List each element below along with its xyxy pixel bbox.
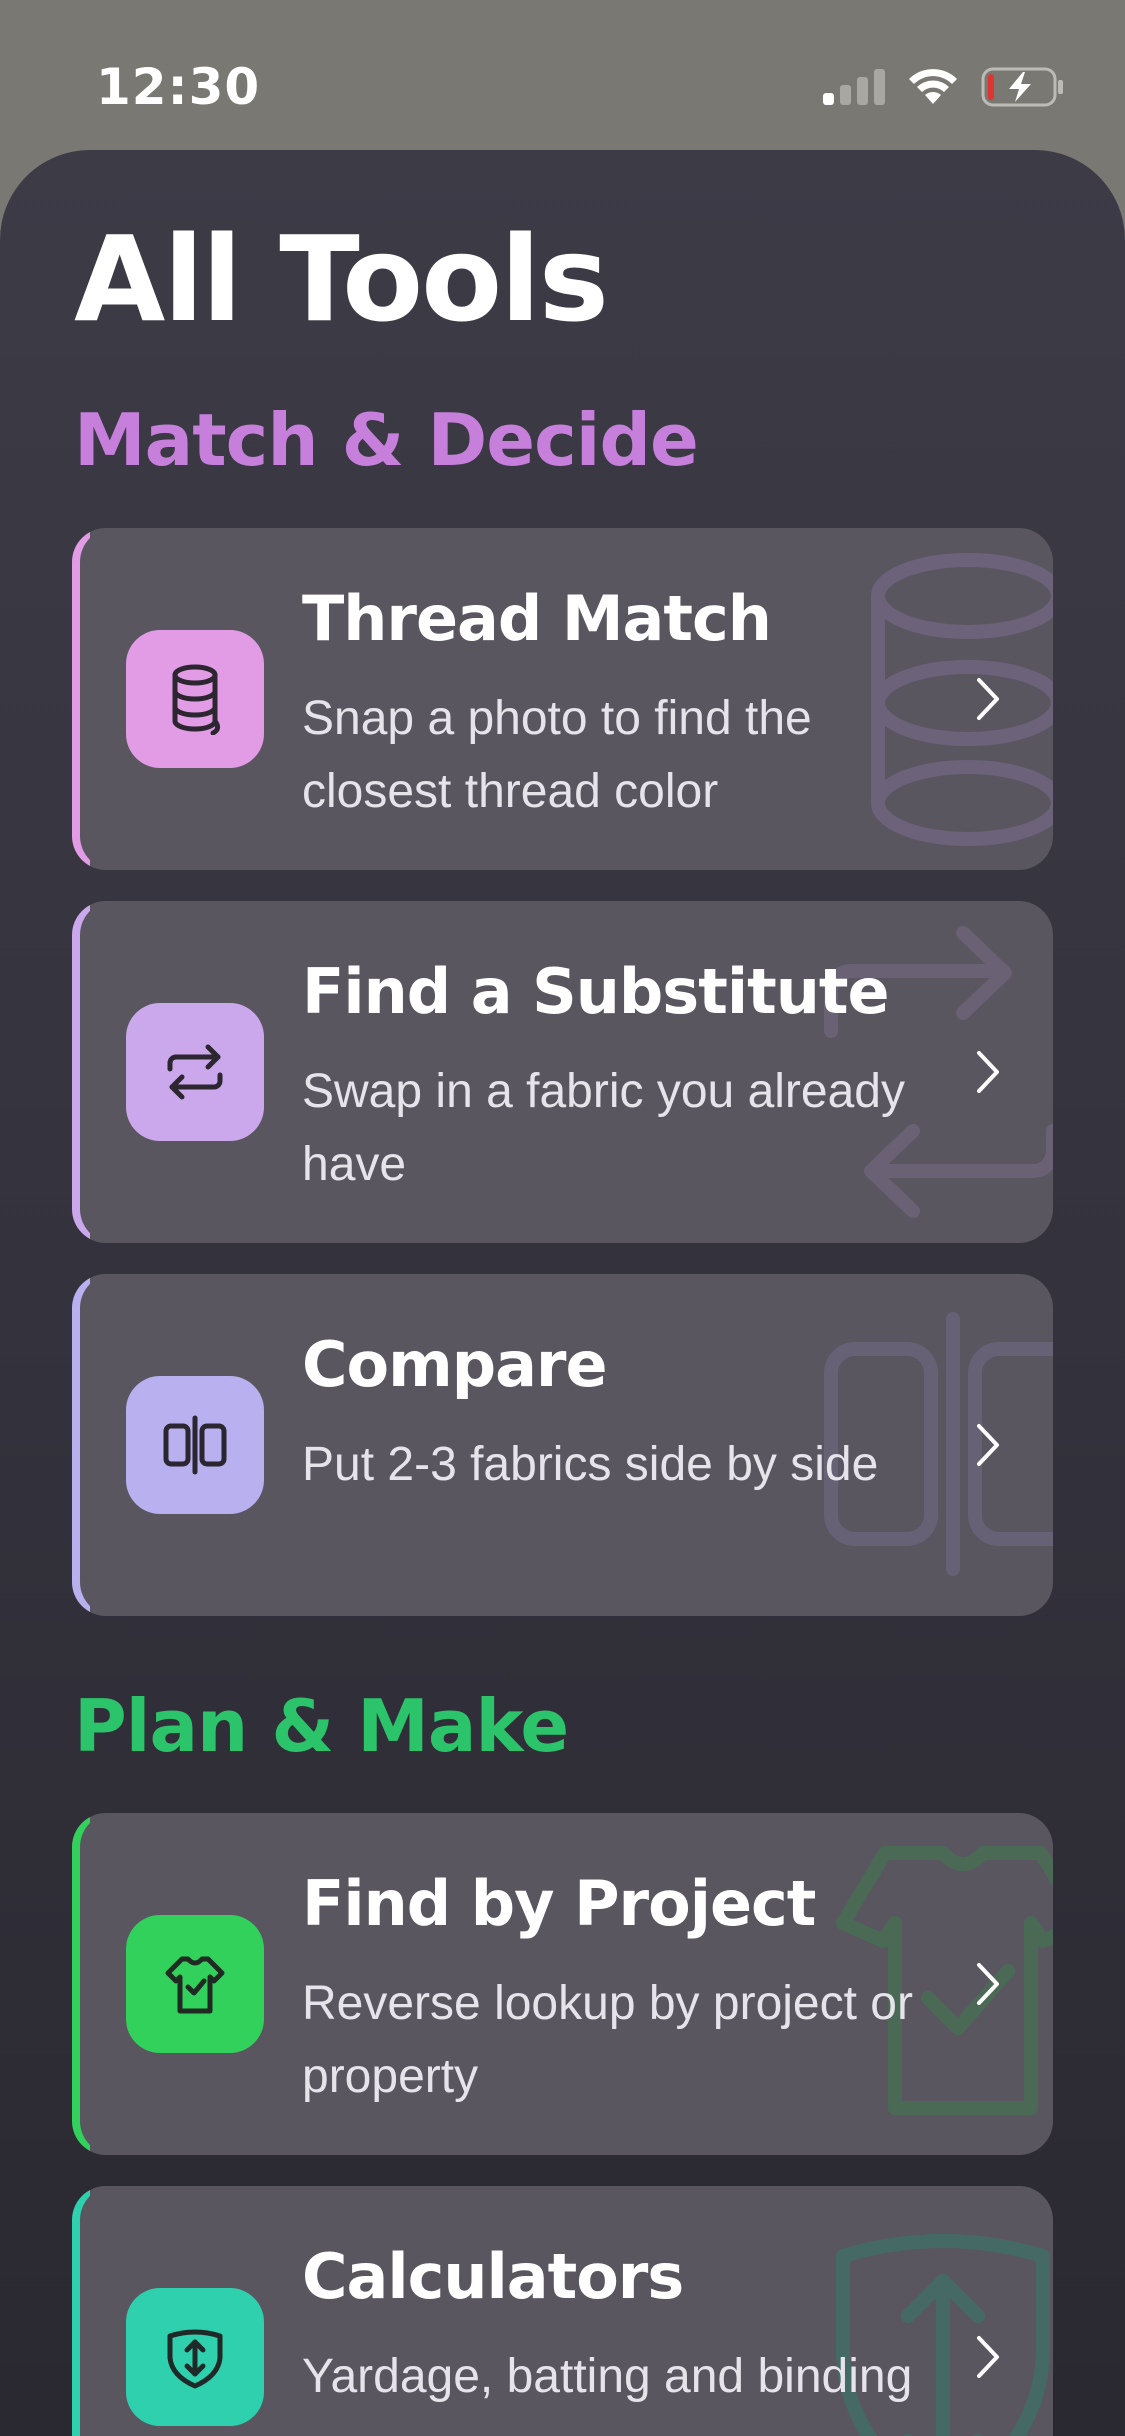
tool-card-find-substitute[interactable]: Find a Substitute Swap in a fabric you a… [72,901,1053,1243]
card-title: Thread Match [302,582,772,655]
card-title: Compare [302,1328,608,1401]
card-accent-bar [72,1813,120,2155]
tool-card-calculators[interactable]: Calculators Yardage, batting and binding [72,2186,1053,2436]
tool-card-compare[interactable]: Compare Put 2-3 fabrics side by side [72,1274,1053,1616]
compare-panels-icon [126,1376,264,1514]
tool-card-thread-match[interactable]: Thread Match Snap a photo to find the cl… [72,528,1053,870]
section-title-match-decide: Match & Decide [74,398,699,482]
section-title-plan-make: Plan & Make [74,1684,569,1768]
cellular-signal-icon [823,69,885,105]
chevron-right-icon [977,1051,999,1093]
card-title: Find a Substitute [302,955,890,1028]
status-time: 12:30 [96,58,261,116]
card-description: Reverse lookup by project or property [302,1977,913,2103]
status-bar: 12:30 [0,0,1125,150]
chevron-right-icon [977,1424,999,1466]
card-description: Snap a photo to find the closest thread … [302,692,812,818]
card-description: Swap in a fabric you already have [302,1065,905,1191]
card-accent-bar [72,1274,120,1616]
thread-spool-icon [126,630,264,768]
wifi-icon [909,69,957,104]
chevron-right-icon [977,2336,999,2378]
card-accent-bar [72,901,120,1243]
tool-card-find-by-project[interactable]: Find by Project Reverse lookup by projec… [72,1813,1053,2155]
card-title: Find by Project [302,1867,816,1940]
chevron-right-icon [977,1963,999,2005]
page-title: All Tools [74,210,609,348]
tshirt-icon [126,1915,264,2053]
card-accent-bar [72,2186,120,2436]
card-accent-bar [72,528,120,870]
card-description: Put 2-3 fabrics side by side [302,1438,879,1491]
tools-sheet: All Tools Match & Decide Thread Match Sn… [0,150,1125,2436]
battery-charging-icon [981,67,1063,107]
calculator-shield-icon [126,2288,264,2426]
status-icons [823,62,1065,112]
swap-arrows-icon [126,1003,264,1141]
card-description: Yardage, batting and binding [302,2350,913,2403]
card-title: Calculators [302,2240,684,2313]
chevron-right-icon [977,678,999,720]
